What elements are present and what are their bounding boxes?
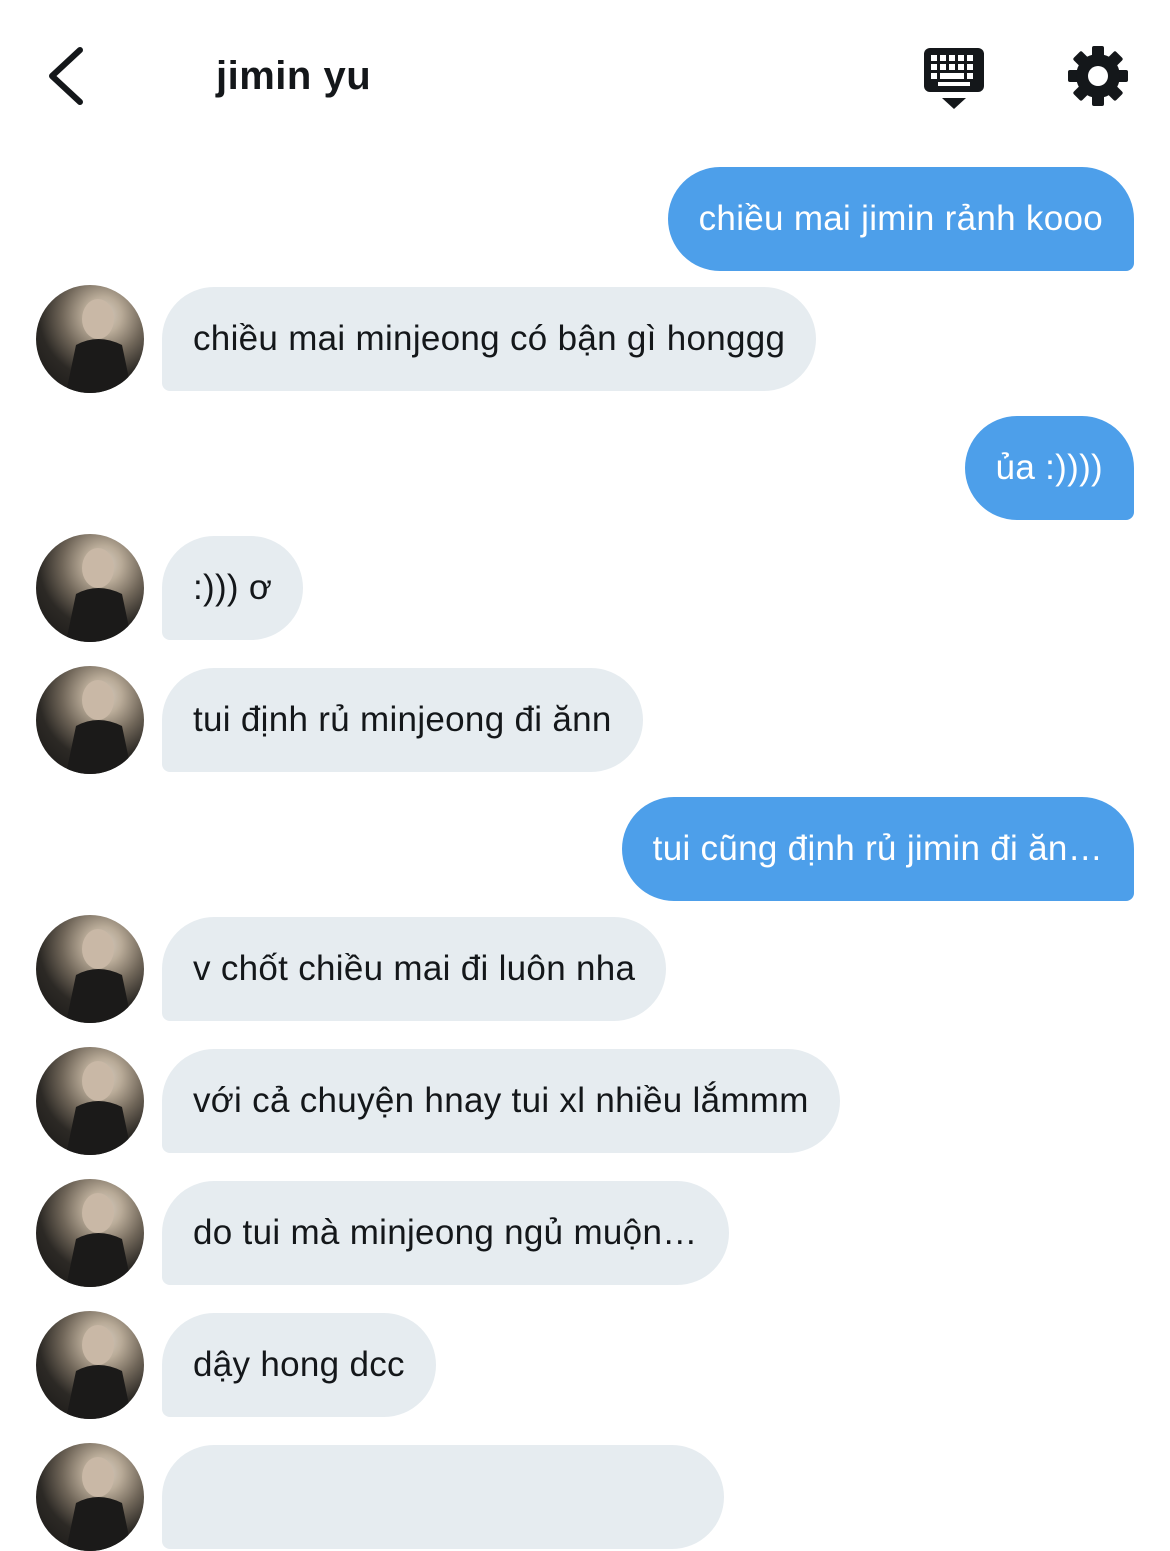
message-bubble-received[interactable]: với cả chuyện hnay tui xl nhiều lắmmm xyxy=(162,1049,840,1153)
message-bubble-received[interactable]: tui định rủ minjeong đi ănn xyxy=(162,668,643,772)
contact-avatar[interactable] xyxy=(36,1179,144,1287)
message-bubble-sent[interactable]: ủa :)))) xyxy=(964,416,1134,520)
message-bubble-received[interactable]: v chốt chiều mai đi luôn nha xyxy=(162,917,667,1021)
contact-avatar[interactable] xyxy=(36,1047,144,1155)
keyboard-icon xyxy=(924,48,984,109)
message-bubble-received[interactable]: chiều mai minjeong có bận gì honggg xyxy=(162,287,817,391)
message-bubble-sent[interactable]: chiều mai jimin rảnh kooo xyxy=(667,167,1134,271)
contact-avatar[interactable] xyxy=(36,1443,144,1551)
chevron-left-icon xyxy=(49,47,83,105)
settings-button[interactable] xyxy=(1066,44,1130,108)
conversation-header: jimin yu xyxy=(0,0,1170,150)
keyboard-button[interactable] xyxy=(920,44,988,112)
contact-avatar[interactable] xyxy=(36,915,144,1023)
message-bubble-received[interactable]: dậy hong dcc xyxy=(162,1313,436,1417)
contact-avatar[interactable] xyxy=(36,1311,144,1419)
contact-avatar[interactable] xyxy=(36,534,144,642)
contact-avatar[interactable] xyxy=(36,285,144,393)
message-bubble-sent[interactable]: tui cũng định rủ jimin đi ăn… xyxy=(621,797,1134,901)
message-bubble-received[interactable]: :))) ơ xyxy=(162,536,304,640)
back-button[interactable] xyxy=(40,40,100,112)
contact-avatar[interactable] xyxy=(36,666,144,774)
gear-icon xyxy=(1068,46,1128,106)
message-bubble-received[interactable]: do tui mà minjeong ngủ muộn… xyxy=(162,1181,729,1285)
conversation-title: jimin yu xyxy=(216,54,372,98)
message-bubble-received[interactable] xyxy=(162,1445,724,1549)
